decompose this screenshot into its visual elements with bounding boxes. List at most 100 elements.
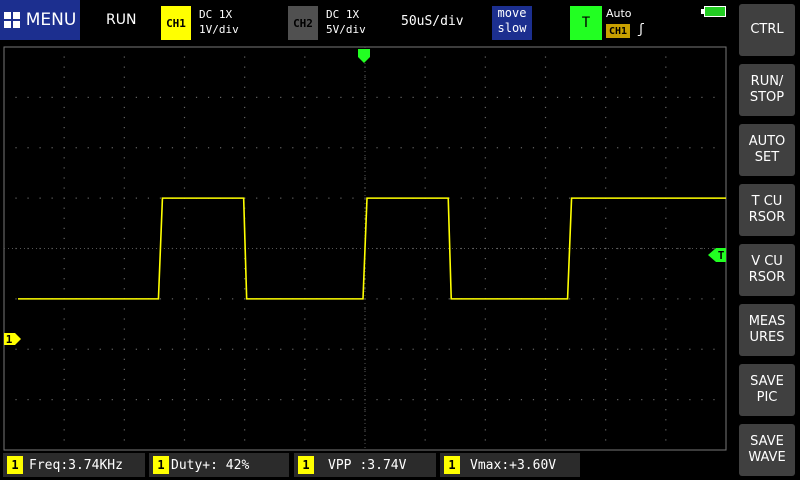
grid-dot <box>244 147 246 149</box>
save-wave-button[interactable]: SAVE WAVE <box>739 424 795 476</box>
grid-dot <box>27 147 29 149</box>
grid-dot <box>544 137 547 139</box>
grid-dot <box>123 429 125 431</box>
auto-set-button[interactable]: AUTO SET <box>739 124 795 176</box>
grid-dot <box>484 157 486 159</box>
grid-dot <box>689 96 691 98</box>
grid-dot <box>123 348 125 350</box>
measurement-channel-tag: 1 <box>7 456 23 474</box>
grid-dot <box>665 378 667 381</box>
trigger-position-marker[interactable] <box>358 49 370 63</box>
grid-dot <box>532 147 535 149</box>
grid-dot <box>496 348 498 350</box>
grid-dot <box>388 147 390 149</box>
grid-dot <box>123 419 125 421</box>
measurement-name: VPP <box>328 457 352 473</box>
grid-dot <box>544 197 547 199</box>
grid-dot <box>593 96 595 98</box>
t-cursor-button[interactable]: T CU RSOR <box>739 184 795 236</box>
save-pic-button[interactable]: SAVE PIC <box>739 364 795 416</box>
measurement-freq[interactable]: 1 Freq :3.74KHz <box>3 453 145 477</box>
grid-dot <box>183 378 186 381</box>
grid-dot <box>653 399 655 401</box>
grid-dot <box>123 96 125 98</box>
ctrl-button[interactable]: CTRL <box>739 4 795 56</box>
grid-dot <box>605 368 607 370</box>
grid-dot <box>135 96 137 98</box>
grid-dot <box>629 247 631 250</box>
grid-dot <box>581 399 583 401</box>
grid-dot <box>508 197 510 199</box>
grid-dot <box>280 197 282 199</box>
measures-button[interactable]: MEAS URES <box>739 304 795 356</box>
grid-dot <box>484 257 486 260</box>
grid-dot <box>605 137 607 139</box>
measurement-vpp[interactable]: 1 VPP :3.74V <box>294 453 436 477</box>
grid-dot <box>568 197 571 199</box>
run-stop-button[interactable]: RUN/ STOP <box>739 64 795 116</box>
grid-dot <box>123 237 125 240</box>
grid-dot <box>424 106 426 109</box>
grid-dot <box>183 167 186 169</box>
grid-dot <box>232 96 234 98</box>
grid-dot <box>665 116 667 119</box>
grid-dot <box>376 96 378 98</box>
grid-dot <box>484 137 486 139</box>
grid-dot <box>424 308 426 310</box>
grid-dot <box>605 86 607 88</box>
grid-dot <box>364 409 366 411</box>
grid-dot <box>424 96 426 98</box>
grid-dot <box>364 288 366 290</box>
grid-dot <box>605 116 607 119</box>
grid-dot <box>171 298 174 300</box>
grid-dot <box>484 288 486 290</box>
grid-dot <box>701 298 703 300</box>
grid-dot <box>111 147 113 149</box>
grid-dot <box>677 96 679 98</box>
grid-dot <box>328 348 330 350</box>
grid-dot <box>304 358 306 360</box>
grid-dot <box>665 419 667 421</box>
grid-dot <box>183 318 186 320</box>
grid-dot <box>256 147 258 149</box>
grid-dot <box>220 147 222 149</box>
grid-dot <box>556 96 559 98</box>
grid-dot <box>689 399 691 401</box>
grid-dot <box>63 227 65 229</box>
grid-dot <box>617 247 619 250</box>
grid-dot <box>605 409 607 411</box>
grid-dot <box>400 298 402 300</box>
measurement-vmax[interactable]: 1 Vmax :+3.60V <box>440 453 580 477</box>
grid-dot <box>328 147 330 149</box>
v-cursor-button[interactable]: V CU RSOR <box>739 244 795 296</box>
grid-dot <box>605 298 607 300</box>
grid-dot <box>484 338 486 340</box>
grid-dot <box>183 338 186 340</box>
grid-dot <box>3 348 5 350</box>
grid-dot <box>123 268 125 270</box>
grid-dot <box>544 388 547 391</box>
grid-dot <box>544 247 547 250</box>
grid-dot <box>364 116 366 119</box>
measurement-duty[interactable]: 1 Duty+ : 42% <box>149 453 289 477</box>
measurement-channel-tag: 1 <box>444 456 460 474</box>
grid-dot <box>171 348 174 350</box>
grid-dot <box>653 348 655 350</box>
grid-dot <box>544 227 547 229</box>
grid-dot <box>268 96 270 98</box>
grid-dot <box>63 46 65 48</box>
grid-dot <box>63 429 65 431</box>
grid-dot <box>3 96 5 98</box>
grid-dot <box>63 288 65 290</box>
grid-dot <box>665 439 667 441</box>
grid-dot <box>689 247 691 250</box>
grid-dot <box>364 429 366 431</box>
grid-dot <box>725 399 727 401</box>
grid-dot <box>304 116 306 119</box>
grid-dot <box>244 76 246 78</box>
scope-display[interactable]: T 1 <box>0 0 736 480</box>
grid-dot <box>207 348 210 350</box>
grid-dot <box>484 429 486 431</box>
grid-dot <box>39 96 41 98</box>
grid-dot <box>135 147 137 149</box>
